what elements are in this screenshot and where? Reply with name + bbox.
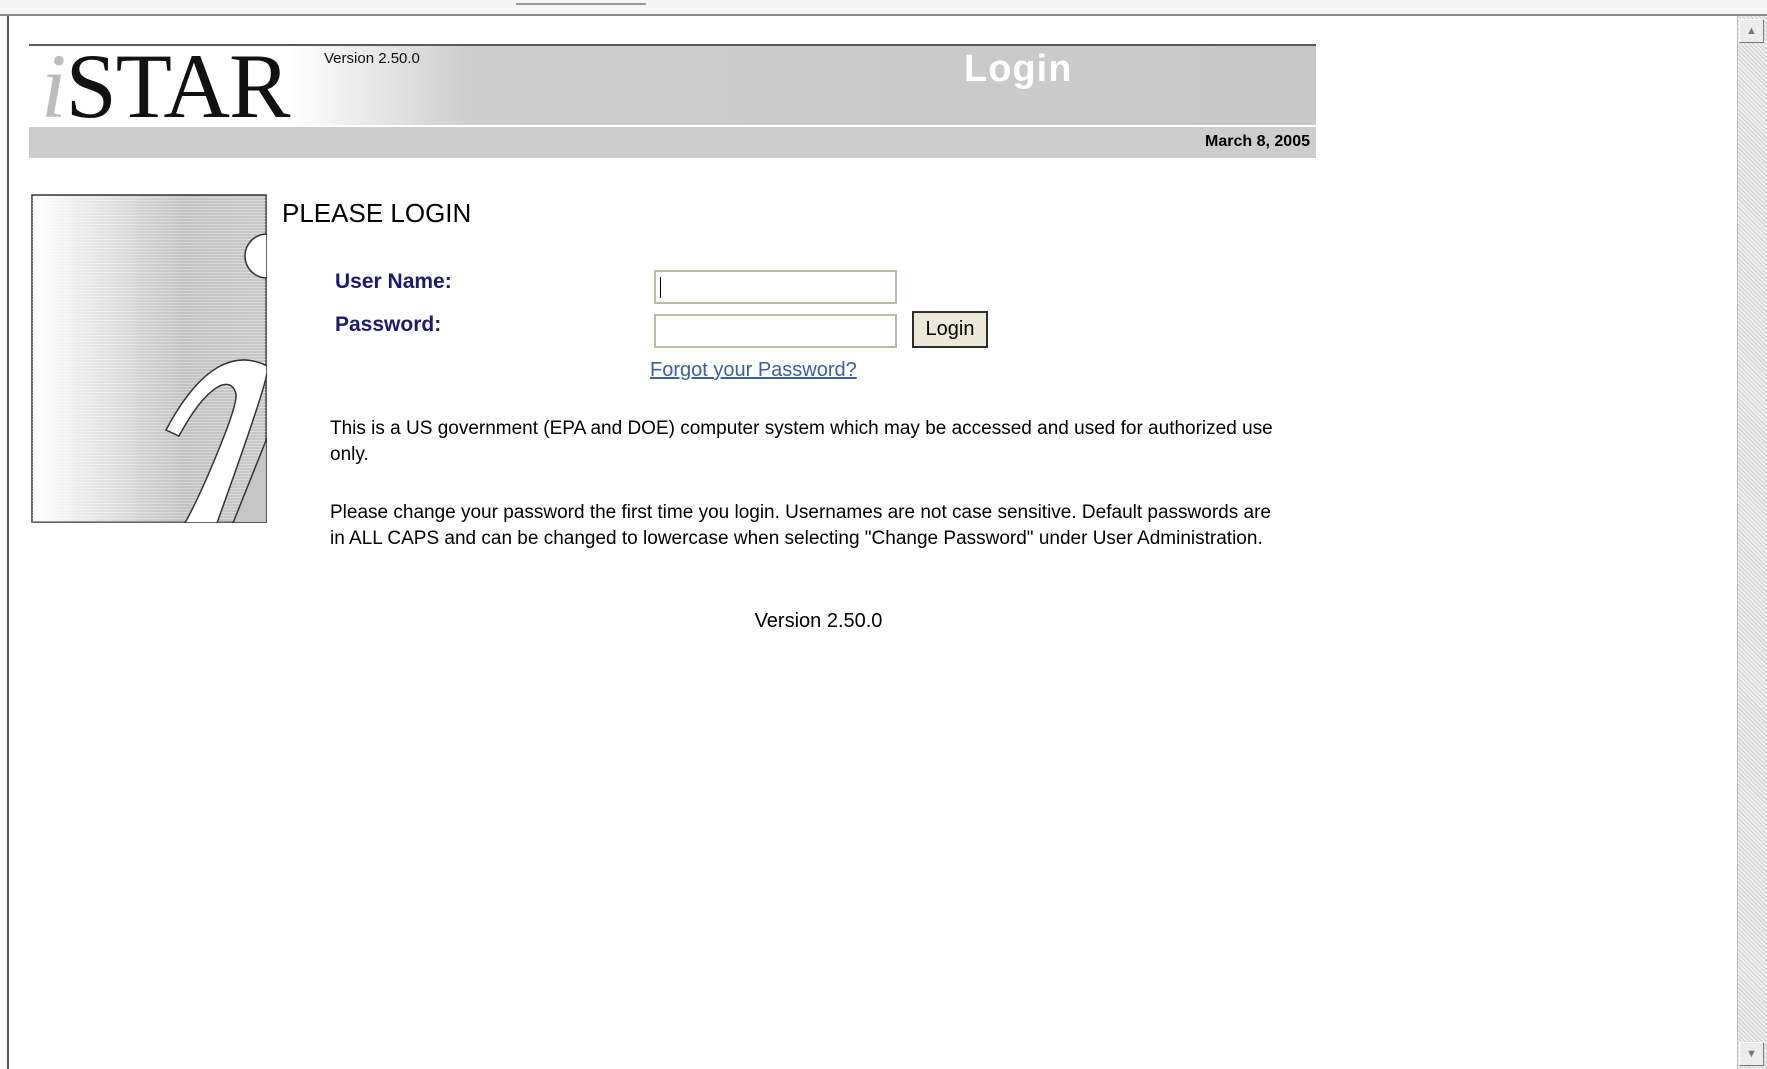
username-label: User Name:: [335, 270, 452, 293]
page-title: Login: [964, 48, 1073, 90]
browser-tab-indicator: [516, 0, 646, 5]
browser-top-chrome: [0, 0, 1767, 16]
text-cursor: [660, 277, 661, 298]
header-banner: iSTAR Version 2.50.0 Login: [29, 36, 1316, 136]
password-label: Password:: [335, 313, 442, 336]
username-input[interactable]: [654, 270, 897, 304]
window-left-edge: [0, 16, 9, 1069]
forgot-password-link[interactable]: Forgot your Password?: [650, 359, 857, 382]
page-header: iSTAR Version 2.50.0 Login March 8, 2005: [29, 36, 1316, 158]
date-bar: March 8, 2005: [29, 127, 1316, 158]
istar-logo: iSTAR: [41, 35, 290, 137]
scroll-down-arrow-icon[interactable]: ▼: [1739, 1042, 1764, 1066]
authorized-use-notice: This is a US government (EPA and DOE) co…: [330, 418, 1273, 465]
vertical-scrollbar[interactable]: [1737, 16, 1767, 1069]
please-login-heading: PLEASE LOGIN: [282, 198, 472, 228]
password-change-notice: Please change your password the first ti…: [330, 502, 1271, 549]
scroll-up-arrow-icon[interactable]: ▲: [1739, 19, 1764, 43]
footer-version: Version 2.50.0: [754, 610, 883, 632]
istar-side-graphic: [31, 194, 267, 523]
password-input[interactable]: [654, 314, 897, 348]
current-date: March 8, 2005: [1205, 133, 1310, 150]
header-version: Version 2.50.0: [324, 50, 420, 67]
login-button[interactable]: Login: [912, 311, 988, 348]
